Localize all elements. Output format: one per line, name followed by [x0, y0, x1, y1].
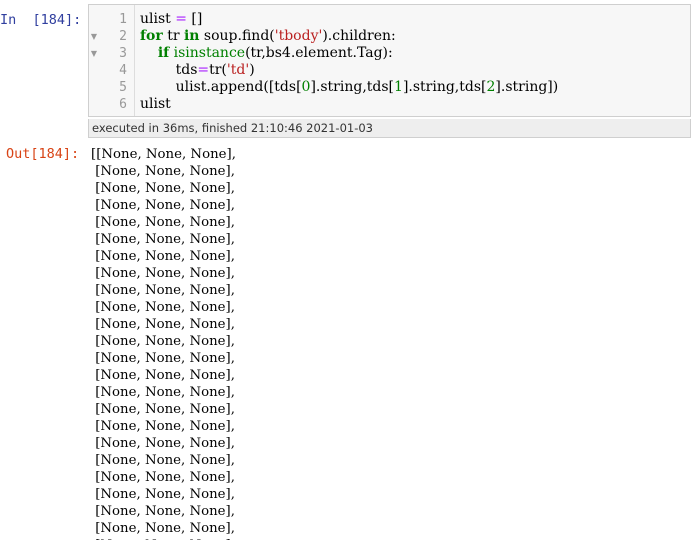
output-line: [None, None, None], [91, 453, 235, 468]
output-line: [None, None, None], [91, 300, 235, 315]
gutter-row: ▼ 3 [89, 45, 135, 62]
code-cell-input[interactable]: 1 ▼ 2 ▼ 3 4 5 6 ulist = [] for tr in soup.find('… [88, 4, 691, 117]
code-line[interactable]: ulist = [] [140, 11, 558, 28]
code-line[interactable]: for tr in soup.find('tbody').children: [140, 28, 558, 45]
output-line: [None, None, None], [91, 317, 235, 332]
execution-info-bar: executed in 36ms, finished 21:10:46 2021… [88, 119, 691, 138]
output-line: [None, None, None], [91, 283, 235, 298]
code-token: ulist [140, 11, 176, 27]
line-number: 4 [119, 63, 127, 78]
code-token: in [183, 28, 200, 44]
code-token: ].string,tds[ [402, 79, 487, 95]
output-line: [None, None, None], [91, 419, 235, 434]
output-line: [None, None, None], [91, 215, 235, 230]
code-line[interactable]: ulist.append([tds[0].string,tds[1].strin… [140, 79, 559, 96]
code-token: tr [162, 28, 184, 44]
code-line[interactable]: if isinstance(tr,bs4.element.Tag): [140, 45, 558, 62]
output-line: [None, None, None], [91, 521, 235, 536]
code-token: 'tbody' [274, 28, 323, 44]
code-token: ulist.append([tds[ [140, 79, 302, 95]
output-line: [None, None, None], [91, 334, 235, 349]
code-token: ].string]) [495, 79, 559, 95]
output-line: [[None, None, None], [91, 147, 236, 162]
output-line: [None, None, None], [91, 164, 235, 179]
code-token: 'td' [226, 62, 250, 78]
output-line: [None, None, None], [91, 487, 235, 502]
input-prompt: In [184]: [0, 12, 82, 28]
code-token: if [157, 45, 170, 61]
output-line: [None, None, None], [91, 198, 235, 213]
line-number: 1 [119, 12, 127, 27]
code-editor[interactable]: ulist = [] for tr in soup.find('tbody').c… [140, 11, 558, 113]
code-token: [] [186, 11, 203, 27]
code-token: ) [249, 62, 255, 78]
output-line: [None, None, None], [91, 402, 235, 417]
code-token: ulist [140, 96, 171, 112]
output-line: [None, None, None], [91, 181, 235, 196]
output-prompt: Out[184]: [6, 146, 80, 162]
output-line: [None, None, None], [91, 504, 235, 519]
line-number: 6 [119, 97, 127, 112]
output-line: [None, None, None], [91, 232, 235, 247]
line-number: 3 [119, 46, 127, 61]
code-token: isinstance [173, 45, 246, 61]
line-number-gutter: 1 ▼ 2 ▼ 3 4 5 6 [89, 5, 135, 116]
gutter-row: 6 [89, 96, 135, 113]
code-token: (tr,bs4.element.Tag): [245, 45, 393, 61]
output-line: [None, None, None], [91, 470, 235, 485]
code-token: = [175, 11, 187, 27]
code-line[interactable]: ulist [140, 96, 558, 113]
code-token: tr( [209, 62, 227, 78]
output-line: [None, None, None], [91, 385, 235, 400]
output-line: [None, None, None], [91, 249, 235, 264]
output-line: [None, None, None], [91, 351, 235, 366]
code-token: ).children: [322, 28, 396, 44]
output-line: [None, None, None], [91, 436, 235, 451]
code-token: for [140, 28, 163, 44]
code-token: tds [140, 62, 198, 78]
gutter-row: 5 [89, 79, 135, 96]
code-token: soup.find( [199, 28, 275, 44]
output-line: [None, None, None], [91, 368, 235, 383]
code-token: 1 [394, 79, 403, 95]
line-number: 2 [119, 29, 127, 44]
cell-output: [[None, None, None], [None, None, None],… [91, 146, 236, 540]
output-line: [None, None, None], [91, 266, 235, 281]
line-number: 5 [119, 80, 127, 95]
code-token: = [197, 62, 210, 78]
gutter-row: ▼ 2 [89, 28, 135, 45]
gutter-row: 4 [89, 62, 135, 79]
code-token: ].string,tds[ [310, 79, 395, 95]
code-line[interactable]: tds=tr('td') [140, 62, 558, 79]
gutter-row: 1 [89, 11, 135, 28]
